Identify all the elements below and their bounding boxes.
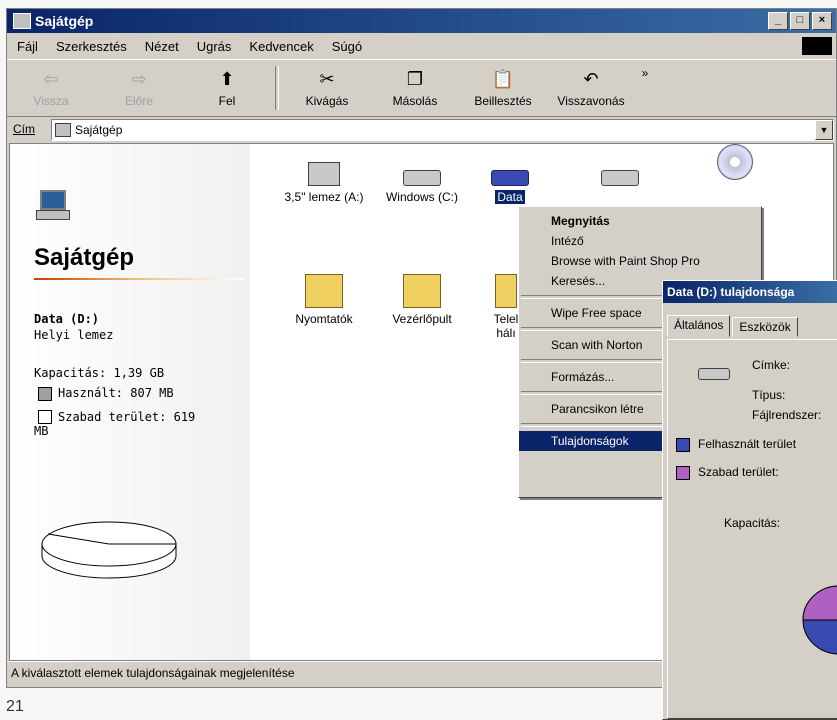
cdrom-item[interactable]	[710, 144, 760, 184]
free-space-label: Szabad terület:	[698, 465, 779, 479]
up-button[interactable]: ⬆ Fel	[183, 60, 271, 116]
scissors-icon: ✂	[319, 68, 335, 89]
drive-type: Helyi lemez	[34, 328, 114, 342]
printers-item[interactable]: Nyomtatók	[276, 274, 372, 326]
back-label: Vissza	[33, 94, 69, 108]
printers-label: Nyomtatók	[295, 312, 353, 326]
menu-go[interactable]: Ugrás	[197, 39, 232, 54]
properties-dialog: Data (D:) tulajdonsága Általános Eszközö…	[662, 280, 837, 720]
general-tab-panel: Címke: Típus: Fájlrendszer: Felhasznált …	[667, 339, 837, 719]
menu-favorites[interactable]: Kedvencek	[249, 39, 313, 54]
computer-icon	[55, 123, 71, 137]
title-bar[interactable]: Sajátgép _ □ ×	[7, 9, 836, 33]
undo-icon: ↶	[583, 68, 599, 89]
computer-icon	[36, 190, 70, 220]
hard-drive-icon	[698, 368, 730, 380]
floppy-drive-icon	[308, 162, 340, 186]
type-field-label: Típus:	[752, 388, 786, 402]
folder-up-icon: ⬆	[219, 68, 235, 89]
undo-label: Visszavonás	[557, 94, 625, 108]
copy-button[interactable]: ❐ Másolás	[371, 60, 459, 116]
control-panel-folder-icon	[403, 274, 441, 308]
arrow-right-icon: ⇨	[131, 68, 147, 89]
up-label: Fel	[218, 94, 236, 108]
copy-icon: ❐	[406, 68, 424, 89]
menu-edit[interactable]: Szerkesztés	[56, 39, 127, 54]
copy-label: Másolás	[392, 94, 438, 108]
arrow-left-icon: ⇦	[43, 68, 59, 89]
address-value: Sajátgép	[75, 123, 123, 137]
panel-title: Sajátgép	[34, 244, 135, 271]
label-field-label: Címke:	[752, 358, 791, 372]
toolbar: ⇦ Vissza ⇨ Előre ⬆ Fel ✂ Kivágás ❐ Másolás 📋 B…	[7, 59, 836, 117]
drive-name: Data (D:)	[34, 312, 100, 326]
address-bar: Cím Sajátgép ▼	[7, 117, 836, 141]
windows-drive-item[interactable]: Windows (C:)	[374, 156, 470, 204]
status-text: A kiválasztott elemek tulajdonságainak m…	[11, 666, 295, 680]
cd-drive-item[interactable]	[590, 156, 650, 190]
dialup-label-1: Telel	[493, 312, 519, 326]
hard-drive-icon	[491, 170, 529, 186]
title-divider	[34, 278, 244, 280]
menu-item-explore[interactable]: Intéző	[519, 231, 761, 251]
menu-help[interactable]: Súgó	[332, 39, 362, 54]
control-panel-label: Vezérlőpult	[392, 312, 452, 326]
hard-drive-icon	[403, 170, 441, 186]
back-button[interactable]: ⇦ Vissza	[7, 60, 95, 116]
tab-tools[interactable]: Eszközök	[732, 317, 798, 337]
floppy-drive-item[interactable]: 3,5" lemez (A:)	[276, 156, 372, 204]
dialup-label-2: hálı	[496, 326, 516, 340]
cd-icon	[717, 144, 753, 180]
filesystem-field-label: Fájlrendszer:	[752, 408, 822, 422]
forward-button[interactable]: ⇨ Előre	[95, 60, 183, 116]
dialog-title[interactable]: Data (D:) tulajdonsága	[663, 281, 837, 303]
used-swatch	[676, 438, 690, 452]
capacity-text: Kapacitás: 1,39 GB	[34, 366, 165, 380]
menu-item-open[interactable]: Megnyitás	[519, 211, 761, 231]
forward-label: Előre	[124, 94, 153, 108]
cut-label: Kivágás	[305, 94, 349, 108]
minimize-button[interactable]: _	[768, 12, 788, 30]
capacity-label: Kapacitás:	[724, 516, 781, 530]
menu-view[interactable]: Nézet	[145, 39, 179, 54]
drive-icon	[601, 170, 639, 186]
toolbar-separator	[275, 66, 279, 110]
disk-pie-chart	[41, 521, 177, 579]
more-chevron: »	[641, 66, 649, 80]
info-panel: Sajátgép Data (D:) Helyi lemez Kapacitás…	[10, 144, 250, 660]
undo-button[interactable]: ↶ Visszavonás	[547, 60, 635, 116]
close-button[interactable]: ×	[812, 12, 832, 30]
cut-button[interactable]: ✂ Kivágás	[283, 60, 371, 116]
tab-general[interactable]: Általános	[667, 315, 731, 337]
data-drive-item[interactable]: Data	[490, 156, 530, 204]
used-text: Használt: 807 MB	[58, 386, 174, 400]
data-drive-label: Data	[495, 190, 525, 204]
used-legend-swatch	[38, 387, 52, 401]
free-swatch	[676, 466, 690, 480]
free-text: Szabad terület: 619 MB	[34, 410, 196, 438]
network-folder-icon	[495, 274, 517, 308]
more-button[interactable]: »	[635, 60, 655, 116]
dialog-pie-chart	[802, 585, 837, 655]
windows-drive-label: Windows (C:)	[385, 190, 458, 204]
menu-bar: Fájl Szerkesztés Nézet Ugrás Kedvencek S…	[7, 35, 836, 57]
address-dropdown-button[interactable]: ▼	[815, 120, 833, 140]
menu-file[interactable]: Fájl	[17, 39, 38, 54]
computer-icon	[13, 13, 31, 29]
window-title: Sajátgép	[35, 13, 94, 29]
menu-item-paintshop[interactable]: Browse with Paint Shop Pro	[519, 251, 761, 271]
dialog-tabs: Általános Eszközök	[667, 315, 800, 337]
used-space-label: Felhasznált terület	[698, 437, 797, 451]
clipboard-icon: 📋	[491, 68, 515, 89]
maximize-button[interactable]: □	[790, 12, 810, 30]
floppy-drive-label: 3,5" lemez (A:)	[284, 190, 364, 204]
printer-folder-icon	[305, 274, 343, 308]
address-field[interactable]: Sajátgép ▼	[51, 119, 834, 141]
page-number: 21	[6, 698, 24, 715]
address-label: Cím	[13, 122, 35, 136]
paste-button[interactable]: 📋 Beillesztés	[459, 60, 547, 116]
paste-label: Beillesztés	[474, 94, 532, 108]
windows-logo-icon	[802, 37, 832, 55]
control-panel-item[interactable]: Vezérlőpult	[374, 274, 470, 326]
